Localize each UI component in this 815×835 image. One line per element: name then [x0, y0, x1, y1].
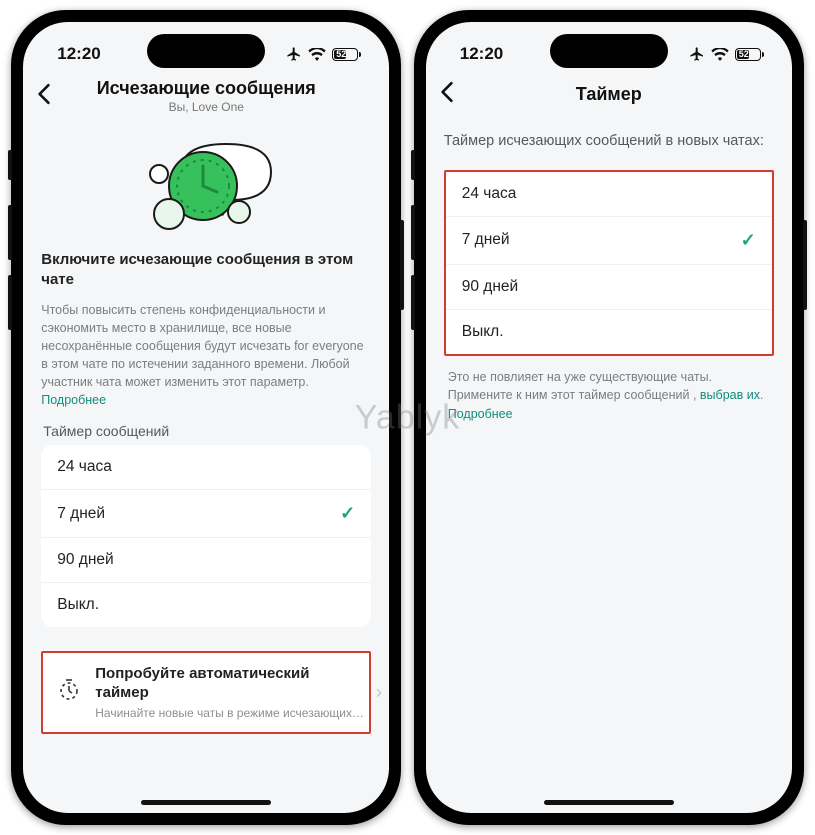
disappearing-illustration [41, 126, 371, 236]
side-button [411, 275, 415, 330]
learn-more-link[interactable]: Подробнее [41, 393, 106, 407]
screen-left: 12:20 52 Исчезающие сообщения Вы, Love O… [23, 22, 389, 813]
page-title: Исчезающие сообщения [65, 78, 347, 99]
nav-bar: Таймер [426, 72, 792, 118]
dynamic-island [550, 34, 668, 68]
lead-text: Включите исчезающие сообщения в этом чат… [41, 250, 371, 291]
side-button [8, 150, 12, 180]
screen-right: 12:20 52 Таймер Таймер исчезающих сообще… [426, 22, 792, 813]
home-indicator[interactable] [141, 800, 271, 805]
back-button[interactable] [440, 81, 468, 108]
page-title: Таймер [468, 84, 750, 105]
option-label: 24 часа [462, 185, 517, 203]
timer-dashed-icon [57, 678, 81, 702]
timer-option[interactable]: 24 часа [41, 445, 371, 490]
side-button [411, 150, 415, 180]
auto-timer-card[interactable]: Попробуйте автоматический таймер Начинай… [41, 651, 371, 734]
phone-right: 12:20 52 Таймер Таймер исчезающих сообще… [414, 10, 804, 825]
side-button [803, 220, 807, 310]
footer-note: Это не повлияет на уже существующие чаты… [444, 368, 774, 424]
timer-option[interactable]: 90 дней [41, 538, 371, 583]
timer-section-label: Таймер сообщений [43, 423, 371, 439]
status-time: 12:20 [460, 44, 503, 64]
timer-option[interactable]: 24 часа [446, 172, 772, 217]
timer-option[interactable]: 90 дней [446, 265, 772, 310]
home-indicator[interactable] [544, 800, 674, 805]
option-label: Выкл. [57, 596, 99, 614]
side-button [8, 205, 12, 260]
checkmark-icon: ✓ [741, 230, 756, 251]
lead-text: Таймер исчезающих сообщений в новых чата… [444, 132, 774, 152]
wifi-icon [711, 48, 729, 61]
dynamic-island [147, 34, 265, 68]
auto-timer-subtitle: Начинайте новые чаты в режиме исчезающих… [95, 706, 364, 720]
option-label: 7 дней [57, 505, 105, 523]
timer-options-list: 24 часа 7 дней ✓ 90 дней Выкл. [41, 445, 371, 627]
side-button [400, 220, 404, 310]
description-text: Чтобы повысить степень конфиденциальност… [41, 301, 371, 410]
timer-options-list: 24 часа 7 дней ✓ 90 дней Выкл. [444, 170, 774, 356]
battery-icon: 52 [332, 48, 361, 61]
side-button [411, 205, 415, 260]
battery-icon: 52 [735, 48, 764, 61]
option-label: 24 часа [57, 458, 112, 476]
wifi-icon [308, 48, 326, 61]
option-label: Выкл. [462, 323, 504, 341]
status-icons: 52 [689, 46, 764, 62]
timer-option[interactable]: Выкл. [41, 583, 371, 627]
airplane-icon [286, 46, 302, 62]
timer-option[interactable]: 7 дней ✓ [41, 490, 371, 538]
side-button [8, 275, 12, 330]
nav-bar: Исчезающие сообщения Вы, Love One [23, 72, 389, 122]
auto-timer-title: Попробуйте автоматический таймер [95, 665, 364, 703]
status-icons: 52 [286, 46, 361, 62]
option-label: 90 дней [462, 278, 518, 296]
timer-option[interactable]: 7 дней ✓ [446, 217, 772, 265]
phone-left: 12:20 52 Исчезающие сообщения Вы, Love O… [11, 10, 401, 825]
airplane-icon [689, 46, 705, 62]
option-label: 7 дней [462, 231, 510, 249]
learn-more-link[interactable]: Подробнее [448, 407, 513, 421]
chevron-left-icon [440, 81, 454, 103]
status-time: 12:20 [57, 44, 100, 64]
chevron-left-icon [37, 83, 51, 105]
select-chats-link[interactable]: выбрав их [700, 388, 760, 402]
back-button[interactable] [37, 83, 65, 110]
option-label: 90 дней [57, 551, 113, 569]
chevron-right-icon: › [376, 682, 382, 703]
checkmark-icon: ✓ [340, 503, 355, 524]
page-subtitle: Вы, Love One [65, 100, 347, 114]
timer-option[interactable]: Выкл. [446, 310, 772, 354]
